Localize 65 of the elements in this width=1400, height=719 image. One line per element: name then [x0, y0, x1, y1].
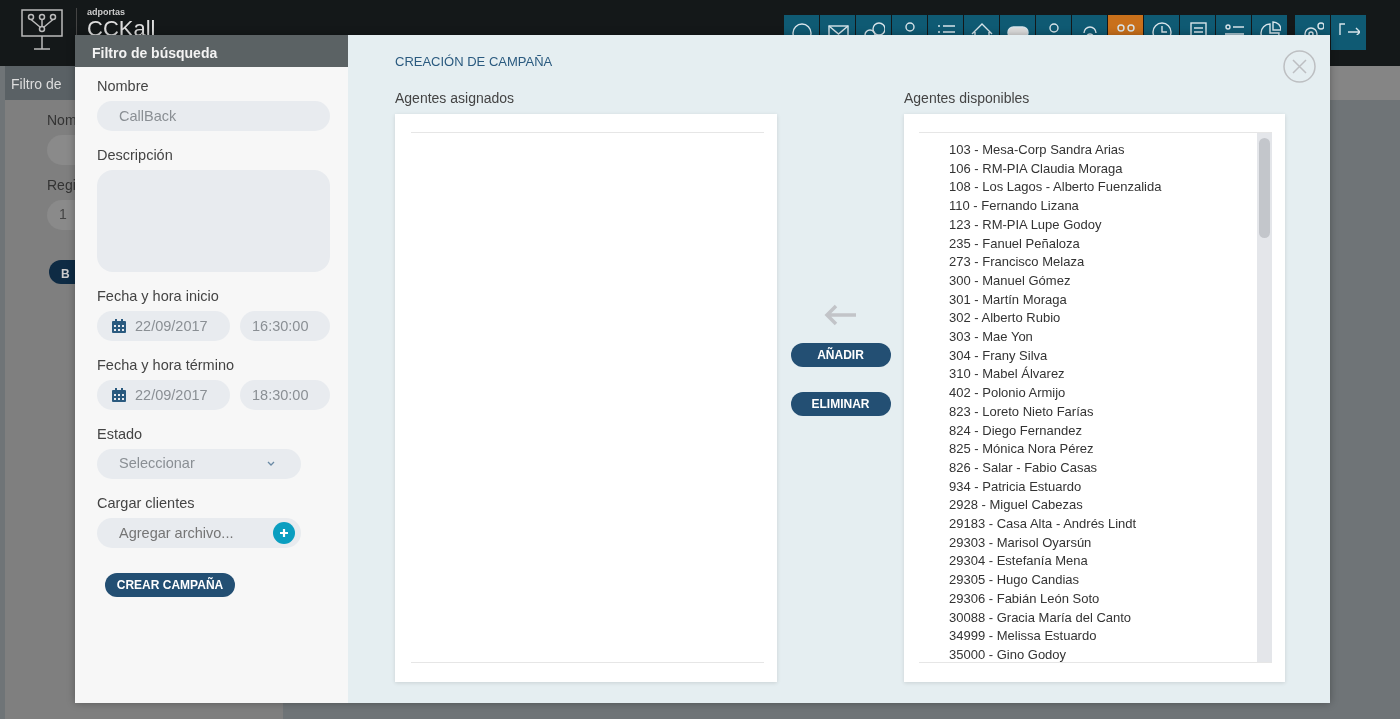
agent-item[interactable]: 934 - Patricia Estuardo	[949, 477, 1257, 497]
list-label: Agentes asignados	[395, 89, 515, 106]
settings-icon	[1301, 21, 1324, 35]
add-button[interactable]: AÑADIR	[790, 343, 891, 367]
agent-item[interactable]: 825 - Mónica Nora Pérez	[949, 440, 1257, 459]
agent-item[interactable]: 823 - Loreto Nieto Farías	[949, 402, 1257, 422]
input-field[interactable]	[47, 135, 75, 165]
agent-item[interactable]: 235 - Fanuel Peñaloza	[949, 234, 1257, 254]
agent-item[interactable]: 824 - Diego Fernandez	[949, 421, 1257, 441]
agent-item[interactable]: 29303 - Marisol Oyarsún	[949, 533, 1257, 553]
scrollbar[interactable]	[1257, 133, 1272, 662]
agent-item[interactable]: 301 - Martín Moraga	[949, 290, 1257, 310]
dialog-title: CREACIÓN DE CAMPAÑA	[395, 53, 553, 70]
agent-item[interactable]: 110 - Fernando Lizana	[949, 197, 1257, 216]
field-label: Fecha y hora término	[97, 356, 235, 374]
home-icon	[970, 21, 993, 35]
search-icon	[790, 21, 813, 35]
agent-item[interactable]: 29183 - Casa Alta - Andrés Lindt	[949, 515, 1257, 534]
panel-title: Filtro de búsqueda	[75, 35, 348, 67]
file-field[interactable]: Agregar archivo...	[97, 518, 301, 548]
plus-icon	[279, 528, 289, 538]
users-icon	[1114, 21, 1137, 35]
logo-icon	[20, 8, 64, 52]
agent-item[interactable]: 34999 - Melissa Estuardo	[949, 627, 1257, 646]
chevron-down-icon	[267, 461, 275, 467]
search-button[interactable]: B	[49, 260, 75, 284]
agent-item[interactable]: 29305 - Hugo Candias	[949, 571, 1257, 590]
calendar-icon	[111, 387, 127, 403]
agent-item[interactable]: 402 - Polonio Armijo	[949, 384, 1257, 403]
field-label: Cargar clientes	[97, 494, 196, 512]
pie-chart-icon	[1258, 21, 1281, 35]
agent-item[interactable]: 2928 - Miguel Cabezas	[949, 496, 1257, 516]
logout-icon	[1337, 21, 1360, 35]
agent-item[interactable]: 29304 - Estefanía Mena	[949, 552, 1257, 572]
list-icon	[1222, 21, 1245, 35]
brand-name: adportas	[87, 8, 126, 17]
logout-button[interactable]	[1331, 15, 1366, 50]
agent-item[interactable]: 304 - Frany Silva	[949, 346, 1257, 366]
arrow-left-icon	[822, 304, 857, 326]
field-label: Estado	[97, 425, 144, 443]
chat-icon	[862, 21, 885, 35]
close-icon	[1283, 50, 1316, 83]
create-campaign-button[interactable]: CREAR CAMPAÑA	[105, 573, 235, 597]
agent-item[interactable]: 303 - Mae Yon	[949, 328, 1257, 347]
field-label: Nombre	[97, 77, 150, 95]
list-label: Agentes disponibles	[904, 89, 1030, 106]
agent-item[interactable]: 302 - Alberto Rubio	[949, 309, 1257, 329]
agent-item[interactable]: 826 - Salar - Fabio Casas	[949, 458, 1257, 478]
agent-item[interactable]: 35000 - Gino Godoy	[949, 646, 1257, 665]
field-label: Regi	[47, 176, 76, 195]
remove-button[interactable]: ELIMINAR	[790, 392, 891, 416]
agent-item[interactable]: 310 - Mabel Álvarez	[949, 365, 1257, 385]
calendar-icon	[111, 318, 127, 334]
field-label: Descripción	[97, 146, 174, 164]
agent-item[interactable]: 108 - Los Lagos - Alberto Fuenzalida	[949, 178, 1257, 198]
field-label: Fecha y hora inicio	[97, 287, 220, 305]
agent-item[interactable]: 123 - RM-PIA Lupe Godoy	[949, 215, 1257, 235]
dropdown-value: Seleccionar	[119, 454, 195, 474]
clock-icon	[1150, 21, 1173, 35]
agent-item[interactable]: 103 - Mesa-Corp Sandra Arias	[949, 141, 1257, 160]
agent-item[interactable]: 273 - Francisco Melaza	[949, 253, 1257, 272]
agent-item[interactable]: 29306 - Fabián León Soto	[949, 589, 1257, 609]
agent-item[interactable]: 300 - Manuel Gómez	[949, 271, 1257, 291]
agent-item[interactable]: 30088 - Gracia María del Canto	[949, 608, 1257, 628]
agent-item[interactable]: 106 - RM-PIA Claudia Moraga	[949, 159, 1257, 179]
